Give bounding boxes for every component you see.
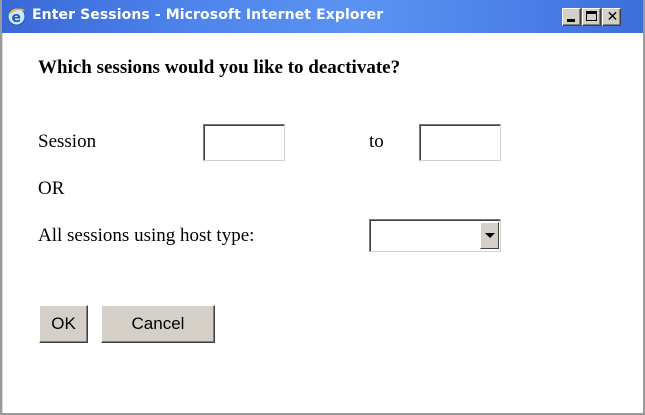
maximize-icon — [586, 11, 597, 21]
dropdown-button[interactable] — [480, 222, 499, 249]
ie-dialog-window: e Enter Sessions - Microsoft Internet Ex… — [0, 0, 645, 415]
window-title: Enter Sessions - Microsoft Internet Expl… — [32, 7, 384, 23]
minimize-icon — [567, 19, 575, 22]
session-from-input[interactable] — [203, 124, 285, 161]
close-button[interactable]: ✕ — [602, 8, 621, 26]
ok-button[interactable]: OK — [39, 305, 88, 343]
session-label: Session — [38, 131, 97, 152]
internet-explorer-icon: e — [7, 7, 26, 26]
chevron-down-icon — [485, 233, 495, 238]
host-type-label: All sessions using host type: — [38, 225, 255, 246]
minimize-button[interactable] — [562, 8, 581, 26]
maximize-button[interactable] — [582, 8, 601, 26]
cancel-button[interactable]: Cancel — [101, 305, 215, 343]
svg-text:e: e — [12, 10, 22, 26]
dialog-content — [2, 33, 643, 413]
title-bar[interactable]: e Enter Sessions - Microsoft Internet Ex… — [2, 0, 643, 33]
host-type-select[interactable] — [369, 219, 501, 252]
session-to-input[interactable] — [419, 124, 501, 161]
deactivate-heading: Which sessions would you like to deactiv… — [38, 57, 401, 78]
to-label: to — [369, 131, 384, 152]
or-label: OR — [38, 178, 65, 199]
close-icon: ✕ — [606, 9, 619, 25]
